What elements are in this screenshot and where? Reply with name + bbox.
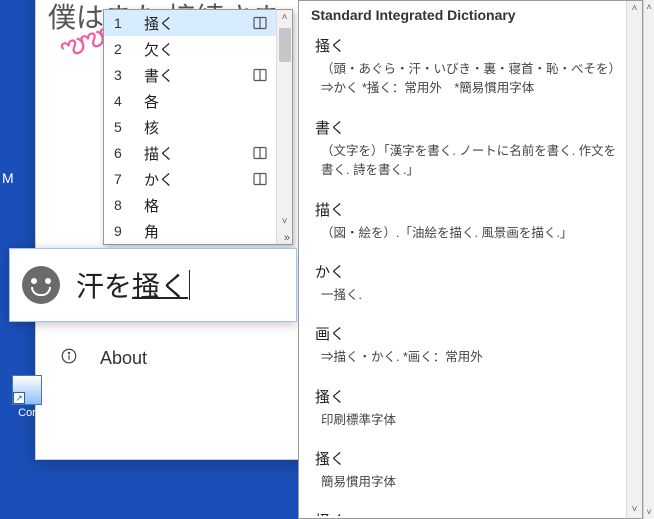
- candidate-number: 1: [114, 15, 134, 31]
- dictionary-entry: かく一掻く.: [315, 261, 626, 305]
- candidate-text: 格: [134, 195, 268, 216]
- entry-headword: 書く: [315, 117, 626, 138]
- scroll-up-icon[interactable]: ˄: [644, 0, 654, 14]
- candidate-text: 描く: [134, 143, 252, 164]
- dictionary-title: Standard Integrated Dictionary: [299, 1, 642, 31]
- entry-headword: かく: [315, 261, 626, 282]
- entry-definition: 一掻く.: [315, 286, 626, 305]
- scroll-down-icon[interactable]: ˅: [277, 214, 292, 230]
- scroll-up-icon[interactable]: ˄: [277, 10, 292, 26]
- entry-headword: 搔く: [315, 448, 626, 469]
- candidate-text: 掻く: [134, 13, 252, 34]
- candidate-item[interactable]: 6描く: [104, 140, 276, 166]
- entry-definition: （頭・あぐら・汗・いびき・裏・寝首・恥・べそを）⇒かく *掻く：常用外 *簡易慣…: [315, 60, 626, 99]
- dictionary-entry: 書く （文字を）「漢字を書く. ノートに名前を書く. 作文を書く. 詩を書く.」: [315, 117, 626, 181]
- dictionary-entry: 掻く （頭・あぐら・汗・いびき・裏・寝首・恥・べそを）⇒かく *掻く：常用外 *簡…: [315, 35, 626, 99]
- composition-text[interactable]: 汗を掻く: [76, 265, 190, 305]
- scroll-thumb[interactable]: [279, 28, 291, 62]
- candidate-item[interactable]: 8格: [104, 192, 276, 218]
- entry-headword: 掻く: [315, 35, 626, 56]
- candidate-number: 3: [114, 67, 134, 83]
- candidate-number: 9: [114, 223, 134, 239]
- ime-candidate-list[interactable]: ˄ ˅ » 1掻く2欠く3書く4各5核6描く7かく8格9角: [103, 9, 293, 245]
- shortcut-icon: ↗: [12, 375, 42, 405]
- candidate-text: 角: [134, 221, 268, 242]
- candidate-item[interactable]: 7かく: [104, 166, 276, 192]
- scroll-up-icon[interactable]: ˄: [627, 1, 642, 17]
- candidate-scrollbar[interactable]: ˄ ˅ »: [276, 10, 292, 244]
- info-icon: [60, 347, 78, 370]
- entry-headword: 搔く: [315, 386, 626, 407]
- desktop-shortcut[interactable]: ↗ Cor: [12, 375, 42, 419]
- candidate-number: 4: [114, 93, 134, 109]
- dictionary-icon: [252, 171, 268, 187]
- candidate-number: 7: [114, 171, 134, 187]
- candidate-number: 8: [114, 197, 134, 213]
- entry-definition: ⇒描く・かく. *画く：常用外: [315, 348, 626, 367]
- entry-headword: 画く: [315, 323, 626, 344]
- dictionary-icon: [252, 145, 268, 161]
- entry-definition: 簡易慣用字体: [315, 473, 626, 492]
- candidate-text: 欠く: [134, 39, 268, 60]
- candidate-item[interactable]: 1掻く: [104, 10, 276, 36]
- entry-headword: 掻く: [315, 510, 626, 516]
- entry-definition: （文字を）「漢字を書く. ノートに名前を書く. 作文を書く. 詩を書く.」: [315, 142, 626, 181]
- dictionary-entry: 搔く印刷標準字体: [315, 386, 626, 430]
- dictionary-icon: [252, 67, 268, 83]
- candidate-text: 核: [134, 117, 268, 138]
- scroll-down-icon[interactable]: ˅: [644, 505, 654, 519]
- candidate-text: かく: [134, 169, 252, 190]
- candidate-text: 各: [134, 91, 268, 112]
- candidate-text: 書く: [134, 65, 252, 86]
- dictionary-entry: 掻く: [315, 510, 626, 516]
- candidate-item[interactable]: 3書く: [104, 62, 276, 88]
- background-letter: M: [2, 170, 14, 186]
- desktop-shortcut-label: Cor: [18, 407, 36, 419]
- composition-converting: 掻く: [132, 271, 188, 302]
- scroll-down-icon[interactable]: ˅: [627, 502, 642, 518]
- entry-headword: 描く: [315, 199, 626, 220]
- entry-definition: （図・絵を）.「油絵を描く. 風景画を描く.」: [315, 224, 626, 243]
- ime-composition-bar: 汗を掻く: [9, 248, 297, 322]
- about-label: About: [100, 348, 147, 369]
- candidate-item[interactable]: 5核: [104, 114, 276, 140]
- expand-icon[interactable]: »: [284, 232, 290, 244]
- smiley-icon[interactable]: [22, 266, 60, 304]
- dictionary-entry: 搔く簡易慣用字体: [315, 448, 626, 492]
- shortcut-arrow-icon: ↗: [13, 392, 25, 404]
- dictionary-body[interactable]: 掻く （頭・あぐら・汗・いびき・裏・寝首・恥・べそを）⇒かく *掻く：常用外 *簡…: [299, 31, 642, 516]
- dictionary-entry: 画く ⇒描く・かく. *画く：常用外: [315, 323, 626, 367]
- dictionary-panel: Standard Integrated Dictionary 掻く （頭・あぐら・…: [298, 0, 643, 519]
- candidate-number: 5: [114, 119, 134, 135]
- dictionary-scrollbar[interactable]: ˄ ˅: [626, 1, 642, 518]
- entry-definition: 印刷標準字体: [315, 411, 626, 430]
- candidate-item[interactable]: 4各: [104, 88, 276, 114]
- outer-scrollbar[interactable]: ˄ ˅: [643, 0, 654, 519]
- candidate-number: 2: [114, 41, 134, 57]
- text-caret: [189, 270, 190, 300]
- candidate-item[interactable]: 9角: [104, 218, 276, 244]
- dictionary-entry: 描く （図・絵を）.「油絵を描く. 風景画を描く.」: [315, 199, 626, 243]
- dictionary-icon: [252, 15, 268, 31]
- candidate-number: 6: [114, 145, 134, 161]
- about-menu-item[interactable]: About: [60, 347, 147, 370]
- candidate-item[interactable]: 2欠く: [104, 36, 276, 62]
- composition-committed: 汗を: [76, 271, 132, 302]
